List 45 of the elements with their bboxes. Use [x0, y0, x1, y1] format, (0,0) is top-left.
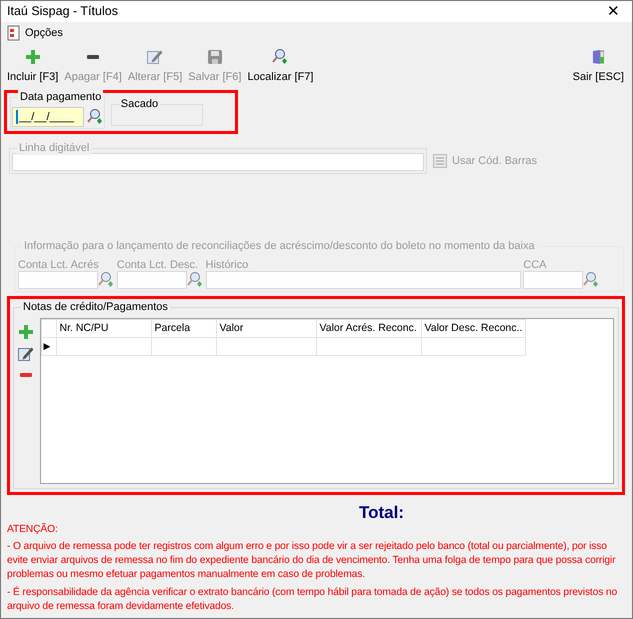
date-field[interactable]: __/__/____ — [12, 107, 84, 127]
header-cell — [41, 320, 56, 338]
window-title: Itaú Sispag - Títulos — [7, 3, 118, 20]
menu-icon — [7, 25, 21, 42]
input-field[interactable] — [116, 271, 187, 289]
column-header: Nr. NC/PU — [56, 320, 151, 338]
section-title: Informação para o lançamento de reconciliações de acréscimo/desconto do boleto no momento da baixa — [22, 239, 537, 253]
field-label: Histórico — [206, 259, 250, 271]
minus-icon — [87, 54, 100, 58]
barcode-line-field[interactable] — [12, 153, 424, 171]
input-field[interactable] — [18, 271, 98, 289]
input-field[interactable] — [206, 271, 520, 289]
edit-icon — [18, 346, 34, 360]
table-cell — [151, 338, 216, 356]
plus-icon — [19, 325, 33, 339]
checkbox[interactable] — [432, 154, 446, 168]
total-label: Total: — [358, 503, 405, 523]
door-icon — [592, 50, 604, 64]
warning-text: - O arquivo de remessa pode ter registros com algum erro e por isso pode vir a ser rejeitado pelo banco (total ou parcialmente), por isso evite enviar arquivos de remessa no fim do expediente bancário do dia de vencimento. Tenha uma folga de tempo para que possa corrigir problemas ou mesmo efetuar pagamentos manualmente em caso de problemas. — [7, 540, 616, 582]
field-label: Conta Lct. Acrés — [18, 259, 100, 271]
warning-title: ATENÇÃO: — [7, 523, 59, 537]
column-header: Valor Desc. Reconc.. — [421, 320, 526, 338]
section-title: Notas de crédito/Pagamentos — [21, 300, 170, 314]
menu-item[interactable]: Opções — [25, 25, 63, 42]
toolbar-button[interactable]: Incluir [F3] — [5, 48, 60, 85]
magnifier-icon — [272, 48, 288, 64]
field-label: Data pagamento — [18, 90, 104, 104]
edit-icon — [147, 50, 164, 64]
field-label: CCA — [523, 259, 548, 271]
magnifier-icon — [86, 109, 103, 125]
column-header: Valor Acrés. Reconc. — [316, 320, 421, 338]
minus-icon — [20, 373, 32, 377]
field-label: Conta Lct. Desc. — [116, 259, 200, 271]
column-header: Parcela — [151, 320, 216, 338]
column-header: Valor — [216, 320, 316, 338]
warning-text: - É responsabilidade da agência verificar o extrato bancário (com tempo hábil para tomada de ação) se todos os pagamentos previstos no arquivo de remessa foram devidamente efetivados. — [7, 586, 618, 614]
row-indicator: ▶ — [41, 338, 56, 356]
toolbar-button[interactable]: Localizar [F7] — [245, 48, 316, 85]
checkbox-label: Usar Cód. Barras — [452, 154, 537, 169]
field-label: Linha digitável — [17, 141, 92, 155]
grid-button[interactable] — [18, 346, 34, 362]
plus-icon — [26, 50, 40, 64]
toolbar-button[interactable]: Sair [ESC] — [570, 48, 626, 85]
input-field[interactable] — [523, 271, 584, 289]
close-button[interactable]: ✕ — [601, 4, 626, 19]
